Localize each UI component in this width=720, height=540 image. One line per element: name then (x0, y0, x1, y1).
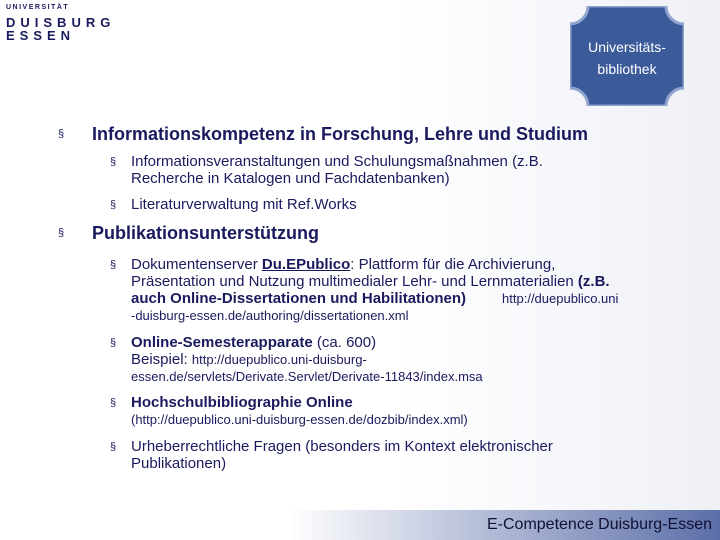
item-dokumentenserver: Dokumentenserver Du.EPublico: Plattform … (131, 256, 720, 324)
item-line: Dokumentenserver Du.EPublico: Plattform … (131, 256, 556, 273)
url-link[interactable]: (http://duepublico.uni-duisburg-essen.de… (131, 411, 468, 428)
url-link-continued[interactable]: essen.de/servlets/Derivate.Servlet/Deriv… (131, 368, 483, 385)
item-line: Informationsveranstaltungen und Schulung… (131, 153, 543, 170)
sub-bullet-marker: § (110, 397, 117, 409)
bullet-marker: § (58, 128, 65, 140)
logo-line-3: ESSEN (6, 28, 76, 43)
url-link[interactable]: http://duepublico.uni (502, 291, 618, 306)
item-line: Publikationen) (131, 455, 227, 472)
url-link[interactable]: http://duepublico.uni-duisburg- (192, 352, 367, 367)
footer-bar: E-Competence Duisburg-Essen (0, 510, 720, 540)
item-literaturverwaltung: Literaturverwaltung mit Ref.Works (131, 196, 357, 213)
item-online-semesterapparate: Online-Semesterapparate (ca. 600) Beispi… (131, 334, 483, 385)
sub-bullet-marker: § (110, 156, 117, 168)
sub-bullet-marker: § (110, 337, 117, 349)
library-badge: Universitäts- bibliothek (570, 6, 684, 106)
badge-text: Universitäts- bibliothek (570, 36, 684, 80)
item-urheberrecht: Urheberrechtliche Fragen (besonders im K… (131, 438, 553, 472)
url-link-continued[interactable]: -duisburg-essen.de/authoring/dissertatio… (131, 307, 720, 324)
bullet-marker: § (58, 227, 65, 239)
item-line: Online-Semesterapparate (ca. 600) (131, 334, 377, 351)
university-logo: UNIVERSITÄT DUISBURG ESSEN (6, 4, 116, 44)
logo-line-1: UNIVERSITÄT (6, 4, 70, 11)
item-line: Präsentation und Nutzung multimedialer L… (131, 273, 610, 290)
item-line: Hochschulbibliographie Online (131, 394, 353, 411)
sub-bullet-marker: § (110, 441, 117, 453)
item-line: Recherche in Katalogen und Fachdatenbank… (131, 170, 450, 187)
item-hochschulbibliographie: Hochschulbibliographie Online (http://du… (131, 394, 468, 428)
footer-text: E-Competence Duisburg-Essen (487, 516, 712, 533)
badge-line-2: bibliothek (597, 61, 657, 77)
section-title-publikationsunterstuetzung: Publikationsunterstützung (92, 223, 319, 243)
item-line: Urheberrechtliche Fragen (besonders im K… (131, 438, 553, 455)
sub-bullet-marker: § (110, 199, 117, 211)
item-informationsveranstaltungen: Informationsveranstaltungen und Schulung… (131, 153, 543, 187)
item-line: Beispiel: http://duepublico.uni-duisburg… (131, 351, 367, 368)
duepublico-link[interactable]: Du.EPublico (262, 256, 350, 273)
item-line: auch Online-Dissertationen und Habilitat… (131, 290, 619, 307)
badge-line-1: Universitäts- (588, 39, 666, 55)
sub-bullet-marker: § (110, 259, 117, 271)
section-title-informationskompetenz: Informationskompetenz in Forschung, Lehr… (92, 124, 589, 144)
